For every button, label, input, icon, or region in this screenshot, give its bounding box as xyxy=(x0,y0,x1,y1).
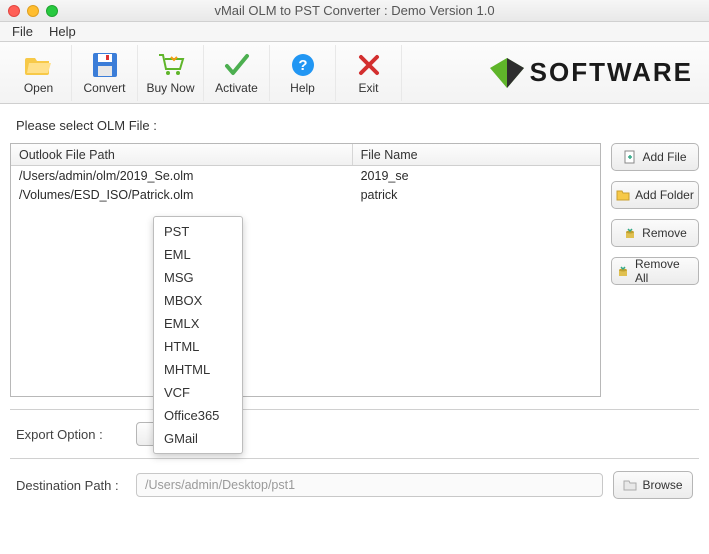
brand-text: SOFTWARE xyxy=(530,57,693,88)
activate-button[interactable]: Activate xyxy=(204,45,270,101)
destination-label: Destination Path : xyxy=(16,478,126,493)
cell-path: /Volumes/ESD_ISO/Patrick.olm xyxy=(11,185,353,204)
remove-all-icon xyxy=(616,264,630,278)
browse-label: Browse xyxy=(642,478,682,492)
svg-text:?: ? xyxy=(298,57,307,74)
export-option[interactable]: HTML xyxy=(154,335,242,358)
brand-logo: SOFTWARE xyxy=(402,57,703,88)
menu-help[interactable]: Help xyxy=(41,24,84,39)
exit-label: Exit xyxy=(358,81,378,95)
menu-file[interactable]: File xyxy=(4,24,41,39)
divider xyxy=(10,409,699,410)
add-file-button[interactable]: Add File xyxy=(611,143,699,171)
cell-path: /Users/admin/olm/2019_Se.olm xyxy=(11,166,353,185)
window-title: vMail OLM to PST Converter : Demo Versio… xyxy=(0,3,709,18)
export-option[interactable]: EML xyxy=(154,243,242,266)
folder-open-icon xyxy=(25,51,53,79)
cart-icon xyxy=(157,51,185,79)
title-bar: vMail OLM to PST Converter : Demo Versio… xyxy=(0,0,709,22)
file-table: Outlook File Path File Name /Users/admin… xyxy=(10,143,601,397)
help-button[interactable]: ? Help xyxy=(270,45,336,101)
folder-icon xyxy=(616,189,630,201)
remove-label: Remove xyxy=(642,226,687,240)
exit-icon xyxy=(355,51,383,79)
save-disk-icon xyxy=(91,51,119,79)
toolbar: Open Convert Buy Now Activate ? Help Exi… xyxy=(0,42,709,104)
export-option[interactable]: MHTML xyxy=(154,358,242,381)
prompt-label: Please select OLM File : xyxy=(10,112,699,143)
activate-label: Activate xyxy=(215,81,258,95)
open-button[interactable]: Open xyxy=(6,45,72,101)
help-icon: ? xyxy=(289,51,317,79)
open-label: Open xyxy=(24,81,53,95)
export-option[interactable]: PST xyxy=(154,220,242,243)
remove-all-button[interactable]: Remove All xyxy=(611,257,699,285)
buynow-label: Buy Now xyxy=(146,81,194,95)
export-option[interactable]: Office365 xyxy=(154,404,242,427)
add-folder-button[interactable]: Add Folder xyxy=(611,181,699,209)
divider xyxy=(10,458,699,459)
export-option-row: Export Option : xyxy=(10,422,699,446)
table-header: Outlook File Path File Name xyxy=(11,144,600,166)
destination-input[interactable] xyxy=(136,473,603,497)
add-folder-label: Add Folder xyxy=(635,188,694,202)
browse-button[interactable]: Browse xyxy=(613,471,693,499)
export-option[interactable]: MSG xyxy=(154,266,242,289)
table-row[interactable]: /Users/admin/olm/2019_Se.olm2019_se xyxy=(11,166,600,185)
remove-all-label: Remove All xyxy=(635,257,694,285)
browse-folder-icon xyxy=(623,479,637,491)
exit-button[interactable]: Exit xyxy=(336,45,402,101)
diamond-icon xyxy=(490,58,524,88)
side-buttons: Add File Add Folder Remove Remove All xyxy=(611,143,699,397)
check-icon xyxy=(223,51,251,79)
content-area: Please select OLM File : Outlook File Pa… xyxy=(0,104,709,503)
remove-icon xyxy=(623,226,637,240)
export-option[interactable]: MBOX xyxy=(154,289,242,312)
menu-bar: File Help xyxy=(0,22,709,42)
export-dropdown: PSTEMLMSGMBOXEMLXHTMLMHTMLVCFOffice365GM… xyxy=(153,216,243,454)
destination-row: Destination Path : Browse xyxy=(10,471,699,499)
convert-button[interactable]: Convert xyxy=(72,45,138,101)
cell-name: patrick xyxy=(353,185,600,204)
help-label: Help xyxy=(290,81,315,95)
export-label: Export Option : xyxy=(16,427,126,442)
table-row[interactable]: /Volumes/ESD_ISO/Patrick.olmpatrick xyxy=(11,185,600,204)
export-option[interactable]: VCF xyxy=(154,381,242,404)
col-name-header[interactable]: File Name xyxy=(353,144,600,165)
file-plus-icon xyxy=(623,150,637,164)
export-option[interactable]: GMail xyxy=(154,427,242,450)
buynow-button[interactable]: Buy Now xyxy=(138,45,204,101)
convert-label: Convert xyxy=(83,81,125,95)
export-option[interactable]: EMLX xyxy=(154,312,242,335)
remove-button[interactable]: Remove xyxy=(611,219,699,247)
cell-name: 2019_se xyxy=(353,166,600,185)
table-body: /Users/admin/olm/2019_Se.olm2019_se/Volu… xyxy=(11,166,600,204)
add-file-label: Add File xyxy=(642,150,686,164)
col-path-header[interactable]: Outlook File Path xyxy=(11,144,353,165)
